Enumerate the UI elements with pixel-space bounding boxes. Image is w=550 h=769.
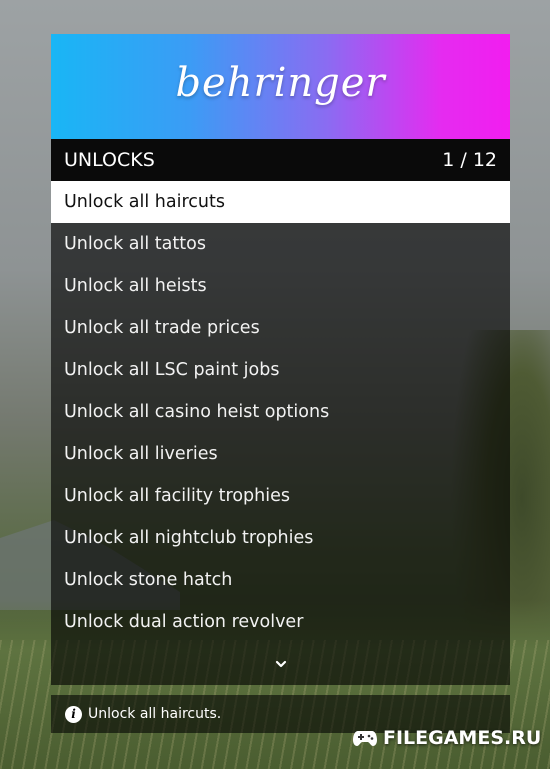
menu-item-unlock-lsc-paint-jobs[interactable]: Unlock all LSC paint jobs: [51, 349, 510, 391]
menu-item-label: Unlock stone hatch: [64, 570, 233, 590]
menu-item-label: Unlock all tattos: [64, 234, 206, 254]
menu-section-title: UNLOCKS: [64, 149, 155, 171]
menu-scroll-indicator[interactable]: [51, 643, 510, 685]
menu-item-list: Unlock all haircuts Unlock all tattos Un…: [51, 181, 510, 643]
menu-item-label: Unlock all casino heist options: [64, 402, 330, 422]
menu-item-label: Unlock all nightclub trophies: [64, 528, 314, 548]
menu-item-unlock-haircuts[interactable]: Unlock all haircuts: [51, 181, 510, 223]
menu-item-label: Unlock all haircuts: [64, 192, 225, 212]
menu-banner: behringer: [51, 34, 510, 139]
menu-description-text: Unlock all haircuts.: [88, 706, 222, 722]
menu-item-unlock-liveries[interactable]: Unlock all liveries: [51, 433, 510, 475]
menu-item-label: Unlock all heists: [64, 276, 207, 296]
menu-subheader: UNLOCKS 1 / 12: [51, 139, 510, 181]
menu-item-label: Unlock all liveries: [64, 444, 218, 464]
menu-item-label: Unlock all LSC paint jobs: [64, 360, 280, 380]
gamepad-icon: [353, 731, 377, 746]
watermark-text: FILEGAMES.RU: [383, 727, 542, 749]
menu-item-unlock-nightclub-trophies[interactable]: Unlock all nightclub trophies: [51, 517, 510, 559]
menu-item-unlock-casino-heist-options[interactable]: Unlock all casino heist options: [51, 391, 510, 433]
info-icon: i: [65, 705, 82, 723]
menu-item-unlock-dual-action-revolver[interactable]: Unlock dual action revolver: [51, 601, 510, 643]
menu-item-label: Unlock all trade prices: [64, 318, 260, 338]
menu-banner-title: behringer: [175, 59, 386, 106]
site-watermark: FILEGAMES.RU: [353, 727, 541, 749]
menu-item-unlock-stone-hatch[interactable]: Unlock stone hatch: [51, 559, 510, 601]
menu-item-label: Unlock dual action revolver: [64, 612, 304, 632]
chevron-down-icon: [275, 660, 286, 668]
menu-item-counter: 1 / 12: [442, 149, 497, 171]
menu-item-unlock-trade-prices[interactable]: Unlock all trade prices: [51, 307, 510, 349]
mod-menu: behringer UNLOCKS 1 / 12 Unlock all hair…: [51, 34, 510, 733]
menu-item-unlock-heists[interactable]: Unlock all heists: [51, 265, 510, 307]
menu-item-unlock-facility-trophies[interactable]: Unlock all facility trophies: [51, 475, 510, 517]
menu-item-unlock-tattos[interactable]: Unlock all tattos: [51, 223, 510, 265]
menu-item-label: Unlock all facility trophies: [64, 486, 290, 506]
